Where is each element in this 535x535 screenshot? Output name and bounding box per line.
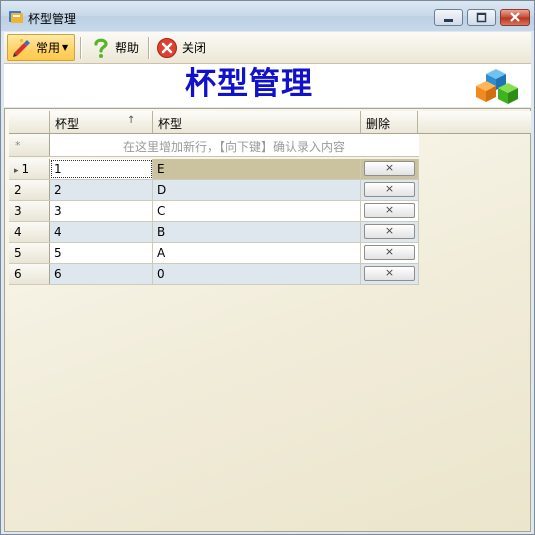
minimize-button[interactable] xyxy=(434,9,463,26)
row-header[interactable]: ▸ 1 xyxy=(9,159,50,179)
cell-cup-type-2[interactable]: C xyxy=(153,201,361,221)
cell-cup-type-1[interactable]: 5 xyxy=(50,243,153,263)
column-header-cup-type-1[interactable]: 杯型 ↑ xyxy=(50,111,153,133)
help-icon xyxy=(90,36,112,60)
cell-cup-type-1[interactable]: 3 xyxy=(50,201,153,221)
cell-cup-type-1[interactable]: 4 xyxy=(50,222,153,242)
new-row-hint: 在这里增加新行，【向下键】确认录入内容 xyxy=(122,140,345,154)
row-number: 2 xyxy=(14,183,22,197)
current-row-icon: ▸ xyxy=(14,166,19,176)
row-header-corner xyxy=(9,111,50,133)
table-row[interactable]: 5 5 A × xyxy=(9,243,419,264)
toolbar: 常用 ▼ 帮助 关闭 xyxy=(4,32,531,64)
row-number: 1 xyxy=(21,162,30,176)
common-icon xyxy=(11,37,33,59)
delete-row-button[interactable]: × xyxy=(364,182,415,197)
row-header[interactable]: 6 xyxy=(9,264,50,284)
window-title: 杯型管理 xyxy=(28,12,77,26)
maximize-button[interactable] xyxy=(467,9,496,26)
table-row[interactable]: 2 2 D × xyxy=(9,180,419,201)
row-number: 3 xyxy=(14,204,22,218)
cell-cup-type-2[interactable]: B xyxy=(153,222,361,242)
column-header-label: 杯型 xyxy=(55,117,80,131)
close-window-button[interactable] xyxy=(500,9,530,26)
row-number: 5 xyxy=(14,246,22,260)
delete-row-button[interactable]: × xyxy=(364,245,415,260)
row-number: 4 xyxy=(14,225,22,239)
cell-cup-type-2[interactable]: E xyxy=(153,159,361,179)
close-button[interactable]: 关闭 xyxy=(154,34,214,61)
row-header[interactable]: 5 xyxy=(9,243,50,263)
help-button[interactable]: 帮助 xyxy=(88,34,144,61)
delete-row-button[interactable]: × xyxy=(364,161,415,176)
chevron-down-icon: ▼ xyxy=(62,43,69,52)
new-row[interactable]: * 在这里增加新行，【向下键】确认录入内容 xyxy=(9,134,419,157)
toolbar-separator xyxy=(80,37,81,59)
table-row[interactable]: 3 3 C × xyxy=(9,201,419,222)
table-row[interactable]: ▸ 1 1 E × xyxy=(9,159,419,180)
column-header-label: 删除 xyxy=(366,117,391,131)
delete-row-button[interactable]: × xyxy=(364,266,415,281)
table-row[interactable]: 4 4 B × xyxy=(9,222,419,243)
close-label: 关闭 xyxy=(182,41,207,55)
page-title: 杯型管理 xyxy=(185,66,313,102)
common-menu-label: 常用 xyxy=(36,41,61,55)
grid-body: ▸ 1 1 E × 2 2 D × 3 3 C × 4 4 B × 5 5 A × 6 6 0 × xyxy=(9,159,419,285)
delete-row-button[interactable]: × xyxy=(364,224,415,239)
cell-cup-type-1[interactable]: 2 xyxy=(50,180,153,200)
column-header-delete[interactable]: 删除 xyxy=(361,111,418,133)
row-number: 6 xyxy=(14,267,22,281)
row-header[interactable]: 4 xyxy=(9,222,50,242)
table-row[interactable]: 6 6 0 × xyxy=(9,264,419,285)
column-header-label: 杯型 xyxy=(158,117,183,131)
cell-cup-type-2[interactable]: 0 xyxy=(153,264,361,284)
help-label: 帮助 xyxy=(115,41,140,55)
cubes-icon xyxy=(474,64,522,108)
grid-area: 杯型 ↑ 杯型 删除 * 在这里增加新行，【向下键】确认录入内容 ▸ 1 1 E × 2 2… xyxy=(4,108,531,532)
title-bar[interactable]: 杯型管理 xyxy=(1,1,534,31)
delete-row-button[interactable]: × xyxy=(364,203,415,218)
cell-cup-type-2[interactable]: D xyxy=(153,180,361,200)
close-icon xyxy=(156,37,178,59)
common-menu-button[interactable]: 常用 ▼ xyxy=(7,34,75,61)
page-header: 杯型管理 xyxy=(4,64,531,107)
cell-cup-type-1[interactable]: 1 xyxy=(50,159,153,179)
asterisk-icon: * xyxy=(15,139,21,152)
app-window: 杯型管理 常用 ▼ 帮助 关闭 杯型管理 杯型 ↑ 杯型 删除 * 在这里增加新… xyxy=(0,0,535,535)
new-row-header: * xyxy=(9,134,50,156)
cell-cup-type-1[interactable]: 6 xyxy=(50,264,153,284)
cell-cup-type-2[interactable]: A xyxy=(153,243,361,263)
row-header[interactable]: 2 xyxy=(9,180,50,200)
sort-ascending-icon: ↑ xyxy=(127,115,136,126)
grid-header: 杯型 ↑ 杯型 删除 xyxy=(9,111,531,134)
row-header[interactable]: 3 xyxy=(9,201,50,221)
column-header-cup-type-2[interactable]: 杯型 xyxy=(153,111,361,133)
app-icon xyxy=(8,9,24,25)
toolbar-separator xyxy=(148,37,149,59)
